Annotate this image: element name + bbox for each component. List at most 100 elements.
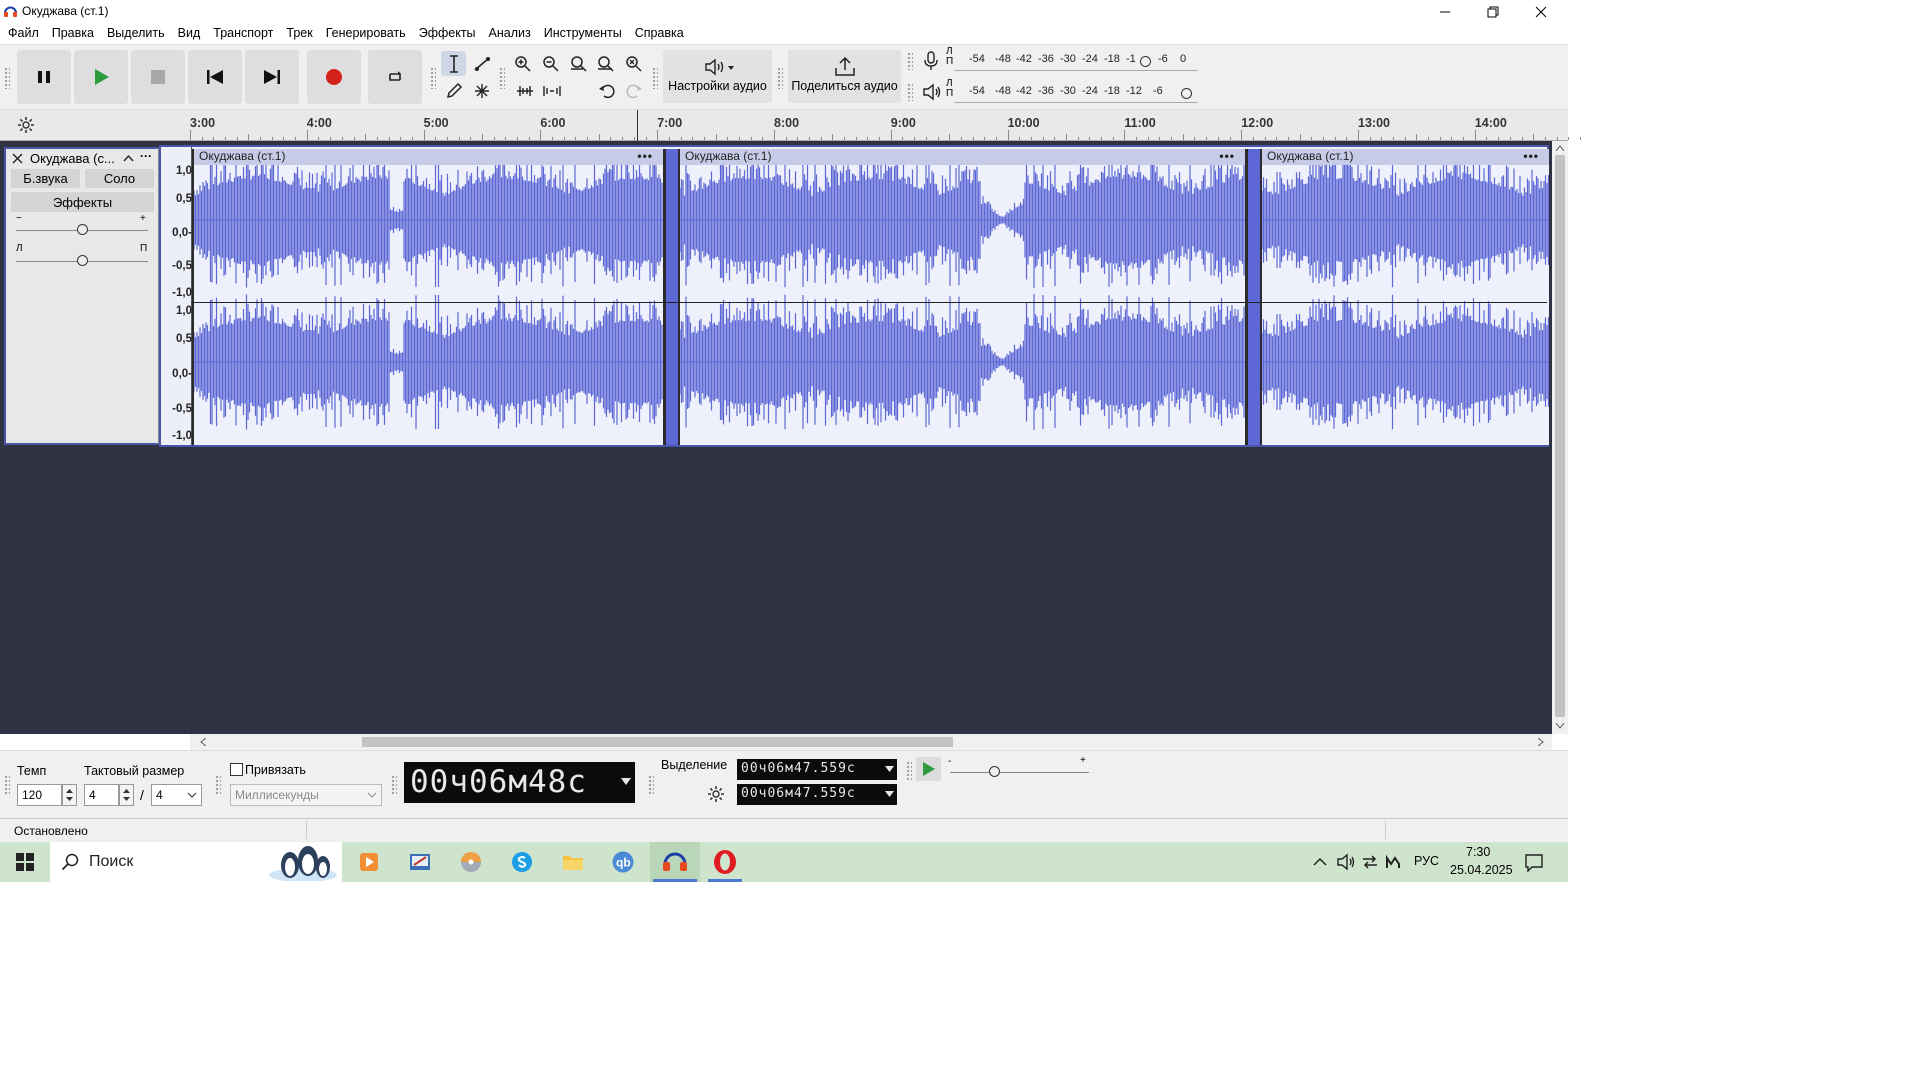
microphone-icon[interactable] [922,51,940,71]
scroll-left-icon[interactable] [200,738,206,746]
scroll-right-icon[interactable] [1538,738,1544,746]
stop-button[interactable] [131,50,185,104]
fit-project-button[interactable] [593,51,618,76]
volume-icon[interactable] [1336,853,1356,871]
notifications-icon[interactable] [1524,853,1544,872]
redo-button[interactable] [621,78,646,103]
clip-header[interactable]: Окуджава (ст.1) ••• [194,149,663,165]
collapse-track-icon[interactable] [123,154,134,162]
horizontal-scrollbar[interactable] [190,734,1552,750]
play-speed-grip[interactable] [906,761,912,781]
tempo-spinner[interactable] [62,784,77,806]
loop-button[interactable] [368,50,422,104]
menu-analyze[interactable]: Анализ [483,24,538,44]
recording-meter[interactable]: -54 -48 -42 -36 -30 -24 -18 -1 -6 0 [954,53,1200,73]
selection-start-time[interactable]: 00ч06м47.559с [737,759,897,780]
play-meter-grip[interactable] [907,83,913,101]
playhead-marker[interactable] [637,110,638,141]
multi-tool-button[interactable] [469,78,494,103]
draw-tool-button[interactable] [441,78,466,103]
tempo-input[interactable]: 120 [17,784,62,806]
play-at-speed-button[interactable] [916,757,941,781]
menu-help[interactable]: Справка [629,24,691,44]
vertical-scroll-thumb[interactable] [1555,155,1565,717]
audio-clip[interactable]: Окуджава (ст.1) ••• [192,149,665,445]
clip-header[interactable]: Окуджава (ст.1) ••• [1262,149,1549,165]
taskbar-file-explorer-app[interactable] [556,847,590,877]
audio-setup-button[interactable]: Настройки аудио [663,50,772,103]
play-speed-slider-thumb[interactable] [989,766,1000,777]
silence-button[interactable] [539,78,564,103]
selection-tool-button[interactable] [441,51,466,76]
play-meter-slider-thumb[interactable] [1181,88,1192,99]
menu-transport[interactable]: Транспорт [207,24,280,44]
share-audio-button[interactable]: Поделиться аудио [788,50,901,103]
tools-grip[interactable] [430,67,436,89]
pan-slider-thumb[interactable] [77,255,88,266]
menu-select[interactable]: Выделить [101,24,172,44]
menu-edit[interactable]: Правка [46,24,101,44]
audio-setup-grip[interactable] [652,67,658,89]
solo-button[interactable]: Соло [85,169,154,188]
bottom-grip[interactable] [4,775,10,795]
play-button[interactable] [74,50,128,104]
undo-button[interactable] [594,78,619,103]
skip-to-start-button[interactable] [188,50,242,104]
zoom-in-button[interactable] [510,51,535,76]
waveform-area[interactable]: 1,0 0,5 0,0- -0,5 -1,0 1,0 0,5 0,0- -0,5… [159,145,1549,447]
time-signature-denominator[interactable]: 4 [151,784,202,806]
start-button[interactable] [8,847,42,877]
fit-selection-button[interactable] [566,51,591,76]
minimize-button[interactable] [1422,0,1468,24]
play-speed-slider[interactable] [950,772,1089,773]
show-hidden-icons-chevron-up-icon[interactable] [1313,857,1327,866]
network-icon[interactable] [1361,854,1379,870]
taskbar-editor-app[interactable] [403,847,437,877]
taskbar-opera-app[interactable] [708,847,742,882]
track-control-panel[interactable]: Окуджава (с... ··· Б.звука Соло Эффекты … [4,147,159,445]
scroll-down-icon[interactable] [1556,723,1564,729]
clip-header[interactable]: Окуджава (ст.1) ••• [680,149,1245,165]
menu-file[interactable]: Файл [2,24,46,44]
clip-menu-icon[interactable]: ••• [637,149,653,163]
horizontal-scroll-thumb[interactable] [362,737,953,747]
clock-date[interactable]: 25.04.2025 [1450,863,1513,877]
time-signature-numerator[interactable]: 4 [84,784,119,806]
mute-button[interactable]: Б.звука [11,169,80,188]
menu-tools[interactable]: Инструменты [538,24,629,44]
selection-end-time[interactable]: 00ч06м47.559с [737,784,897,805]
skip-to-end-button[interactable] [245,50,299,104]
record-button[interactable] [307,50,361,104]
track-name[interactable]: Окуджава (с... [30,151,115,166]
audio-clip[interactable]: Окуджава (ст.1) ••• [678,149,1247,445]
restore-button[interactable] [1470,0,1516,24]
taskbar-search-box[interactable]: Поиск [50,842,342,882]
snap-checkbox[interactable] [230,763,243,776]
timeline-ruler[interactable]: 3:00 4:00 5:00 6:00 7:00 8:00 9:00 10:00 11:00 12… [0,110,1581,141]
share-grip[interactable] [777,67,783,89]
selection-settings-gear-icon[interactable] [707,785,725,803]
track-menu-icon[interactable]: ··· [140,149,152,163]
numerator-spinner[interactable] [119,784,134,806]
trim-button[interactable] [512,78,537,103]
taskbar-skype-app[interactable] [505,847,539,877]
taskbar-media-player-app[interactable] [352,847,386,877]
menu-view[interactable]: Вид [172,24,208,44]
zoom-out-button[interactable] [538,51,563,76]
taskbar-disc-app[interactable] [454,847,488,877]
close-track-icon[interactable] [12,153,23,164]
time-grip[interactable] [391,775,397,795]
audio-clip[interactable]: Окуджава (ст.1) ••• [1260,149,1549,445]
rec-meter-grip[interactable] [907,52,913,70]
playback-meter[interactable]: -54 -48 -42 -36 -30 -24 -18 -12 -6 [954,85,1200,105]
close-button[interactable] [1518,0,1564,24]
clip-menu-icon[interactable]: ••• [1219,149,1235,163]
menu-track[interactable]: Трек [280,24,319,44]
clip-menu-icon[interactable]: ••• [1523,149,1539,163]
toolbar-grip[interactable] [4,67,10,89]
taskbar-qbittorrent-app[interactable]: qb [606,847,640,877]
taskbar-audacity-app[interactable] [650,842,700,882]
selection-grip[interactable] [648,775,654,795]
snap-grip[interactable] [215,775,221,795]
time-display[interactable]: 00ч06м48с [404,762,635,803]
